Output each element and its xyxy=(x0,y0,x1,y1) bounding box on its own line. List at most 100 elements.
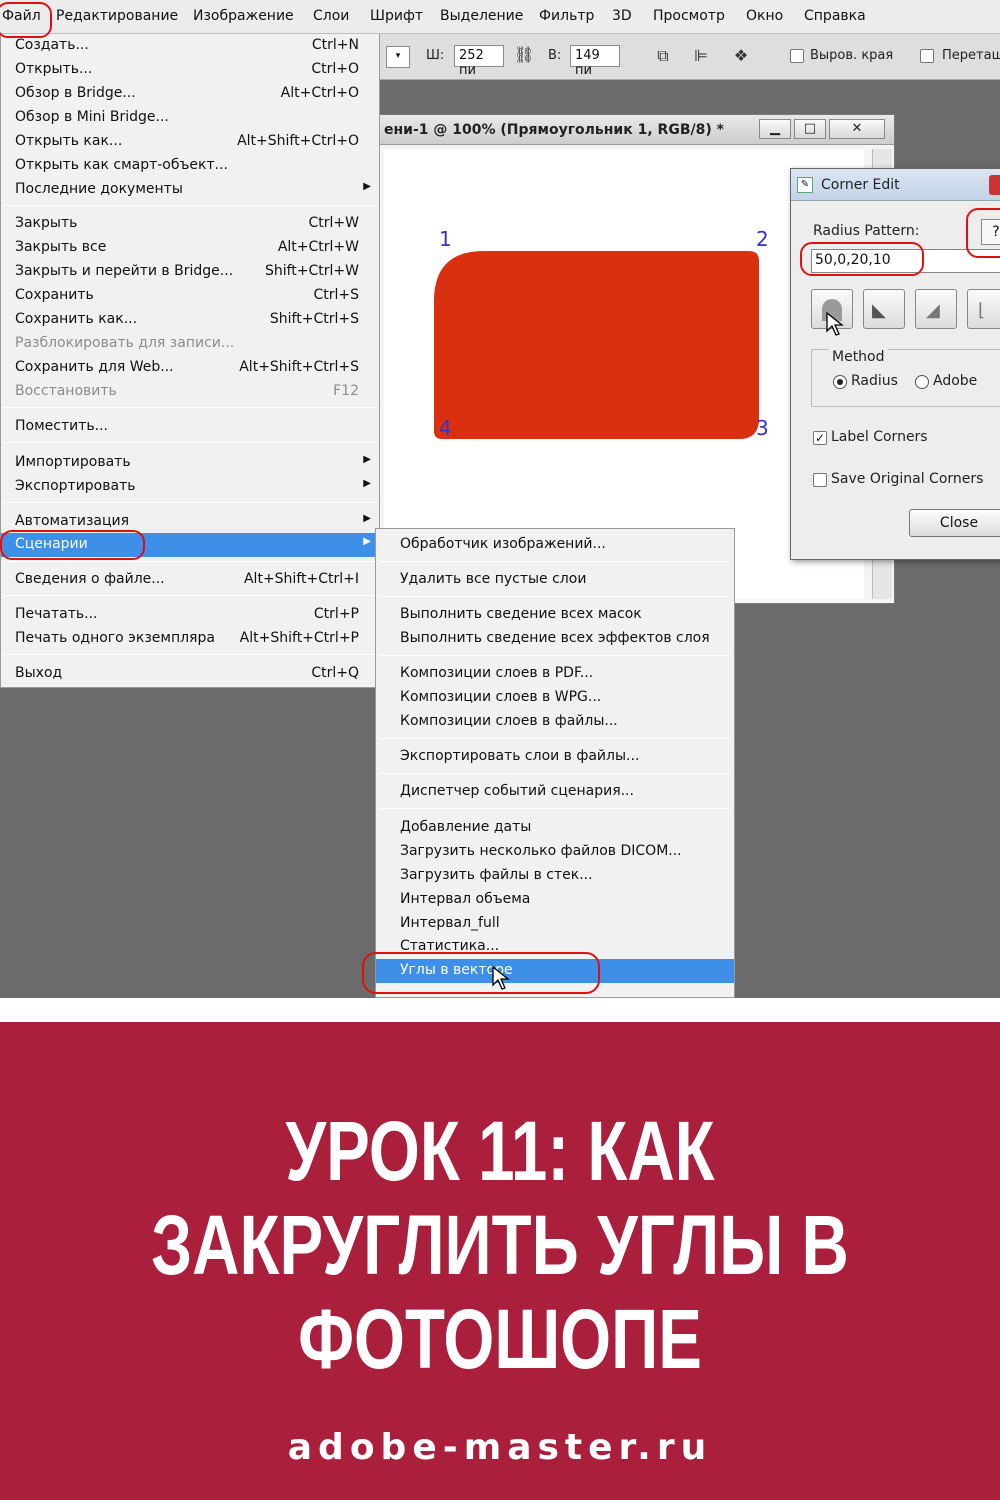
submenu-item-export-layers[interactable]: Экспортировать слои в файлы... xyxy=(376,745,734,769)
banner: УРОК 11: КАК ЗАКРУГЛИТЬ УГЛЫ В ФОТОШОПЕ … xyxy=(0,998,1000,1500)
adobe-radio-label: Adobe xyxy=(933,373,978,389)
menu-item-close-all[interactable]: Закрыть все Alt+Ctrl+W xyxy=(1,236,379,260)
antialias-checkbox[interactable] xyxy=(790,49,804,63)
menu-filter[interactable]: Фильтр xyxy=(539,8,594,24)
corner-bevel-button[interactable]: ◣ xyxy=(863,289,905,329)
menu-item-save-as[interactable]: Сохранить как... Shift+Ctrl+S xyxy=(1,308,379,332)
menu-item-browse-bridge[interactable]: Обзор в Bridge... Alt+Ctrl+O xyxy=(1,82,379,106)
menu-separator xyxy=(3,595,377,596)
lesson-title: УРОК 11: КАК ЗАКРУГЛИТЬ УГЛЫ В ФОТОШОПЕ xyxy=(141,1104,859,1386)
menu-3d[interactable]: 3D xyxy=(612,8,632,24)
menu-view[interactable]: Просмотр xyxy=(653,8,725,24)
menu-layers[interactable]: Слои xyxy=(313,8,349,24)
submenu-item-load-stack[interactable]: Загрузить файлы в стек... xyxy=(376,864,734,888)
path-arrangement-icon[interactable]: ❖ xyxy=(730,46,752,66)
submenu-item-comps-wpg[interactable]: Композиции слоев в WPG... xyxy=(376,686,734,710)
submenu-arrow-icon: ▶ xyxy=(363,478,371,489)
submenu-separator xyxy=(380,596,730,597)
menu-item-open-as[interactable]: Открыть как... Alt+Shift+Ctrl+O xyxy=(1,130,379,154)
dialog-close-icon[interactable] xyxy=(989,175,1000,195)
highlight-file-menu xyxy=(0,2,52,38)
highlight-vector-corners xyxy=(362,952,600,994)
menu-separator xyxy=(3,561,377,562)
link-icon[interactable]: ⛓ xyxy=(514,45,534,64)
overlap-label: Перетащ xyxy=(942,48,1000,63)
label-corners-checkbox[interactable]: ✓ xyxy=(813,431,827,445)
scripts-submenu: Обработчик изображений... Удалить все пу… xyxy=(375,528,735,998)
submenu-item-image-processor[interactable]: Обработчик изображений... xyxy=(376,533,734,557)
menu-item-close-go-bridge[interactable]: Закрыть и перейти в Bridge... Shift+Ctrl+… xyxy=(1,260,379,284)
radius-radio[interactable] xyxy=(833,375,847,389)
menu-image[interactable]: Изображение xyxy=(193,8,294,24)
adobe-radio[interactable] xyxy=(915,375,929,389)
path-alignment-icon[interactable]: ⊫ xyxy=(690,46,712,66)
bevel-corner-icon: ◣ xyxy=(872,300,886,321)
submenu-separator xyxy=(380,773,730,774)
corner-label-1: 1 xyxy=(439,227,452,251)
overlap-checkbox[interactable] xyxy=(920,49,934,63)
menu-type[interactable]: Шрифт xyxy=(370,8,423,24)
menu-item-revert: Восстановить F12 xyxy=(15,383,359,399)
options-bar: ▾ Ш: 252 пи ⛓ В: 149 пи ⧉ ⊫ ❖ Выров. кра… xyxy=(380,34,1000,80)
width-input[interactable]: 252 пи xyxy=(454,45,504,78)
menu-window[interactable]: Окно xyxy=(746,8,783,24)
menu-select[interactable]: Выделение xyxy=(440,8,523,24)
menu-item-recent[interactable]: Последние документы ▶ xyxy=(1,178,379,202)
dialog-title-bar[interactable]: ✎ Corner Edit xyxy=(791,169,1000,201)
submenu-item-add-date[interactable]: Добавление даты xyxy=(376,816,734,840)
submenu-item-load-dicom[interactable]: Загрузить несколько файлов DICOM... xyxy=(376,840,734,864)
corner-chamfer-button[interactable]: ◢ xyxy=(915,289,957,329)
maximize-button[interactable]: □ xyxy=(794,119,826,139)
submenu-item-comps-files[interactable]: Композиции слоев в файлы... xyxy=(376,710,734,734)
site-url[interactable]: adobe-master.ru xyxy=(0,1427,1000,1468)
menu-item-save-for-web[interactable]: Сохранить для Web... Alt+Shift+Ctrl+S xyxy=(1,356,379,380)
width-label: Ш: xyxy=(426,48,445,63)
submenu-item-comps-pdf[interactable]: Композиции слоев в PDF... xyxy=(376,662,734,686)
menu-item-place[interactable]: Поместить... xyxy=(1,415,379,439)
lesson-title-line: ЗАКРУГЛИТЬ УГЛЫ В xyxy=(151,1198,849,1292)
menu-separator xyxy=(3,407,377,408)
menu-item-save[interactable]: Сохранить Ctrl+S xyxy=(1,284,379,308)
save-original-checkbox[interactable] xyxy=(813,473,827,487)
minimize-button[interactable]: ▁ xyxy=(759,119,791,139)
menu-item-export[interactable]: Экспортировать ▶ xyxy=(1,475,379,499)
menu-item-new[interactable]: Создать... Ctrl+N xyxy=(1,34,379,58)
height-label: В: xyxy=(548,48,562,63)
menu-help[interactable]: Справка xyxy=(804,8,866,24)
path-operations-icon[interactable]: ⧉ xyxy=(652,46,674,66)
photoshop-screenshot: Файл Редактирование Изображение Слои Шри… xyxy=(0,0,1000,998)
menu-item-file-info[interactable]: Сведения о файле... Alt+Shift+Ctrl+I xyxy=(1,568,379,592)
menu-item-print-one-copy[interactable]: Печать одного экземпляра Alt+Shift+Ctrl+P xyxy=(1,627,379,651)
submenu-item-interval-full[interactable]: Интервал_full xyxy=(376,912,734,936)
close-button[interactable]: Close xyxy=(909,509,1000,537)
menu-item-open[interactable]: Открыть... Ctrl+O xyxy=(1,58,379,82)
antialias-label: Выров. края xyxy=(810,48,894,63)
menu-edit[interactable]: Редактирование xyxy=(56,8,178,24)
menu-item-close[interactable]: Закрыть Ctrl+W xyxy=(1,212,379,236)
menu-item-print[interactable]: Печатать... Ctrl+P xyxy=(1,603,379,627)
submenu-item-flatten-masks[interactable]: Выполнить сведение всех масок xyxy=(376,603,734,627)
submenu-item-flatten-effects[interactable]: Выполнить сведение всех эффектов слоя xyxy=(376,627,734,651)
dialog-title: Corner Edit xyxy=(821,177,900,193)
submenu-item-delete-empty-layers[interactable]: Удалить все пустые слои xyxy=(376,568,734,592)
banner-background: УРОК 11: КАК ЗАКРУГЛИТЬ УГЛЫ В ФОТОШОПЕ … xyxy=(0,1022,1000,1500)
chamfer-corner-icon: ◢ xyxy=(926,300,940,321)
menu-item-open-smart-object[interactable]: Открыть как смарт-объект... xyxy=(1,154,379,178)
menu-item-exit[interactable]: Выход Ctrl+Q xyxy=(1,662,379,686)
menu-separator xyxy=(3,654,377,655)
submenu-item-script-events[interactable]: Диспетчер событий сценария... xyxy=(376,780,734,804)
submenu-item-volume-interval[interactable]: Интервал объема xyxy=(376,888,734,912)
submenu-arrow-icon: ▶ xyxy=(363,513,371,524)
menu-item-browse-mini-bridge[interactable]: Обзор в Mini Bridge... xyxy=(1,106,379,130)
height-input[interactable]: 149 пи xyxy=(570,45,620,78)
highlight-radius-pattern xyxy=(800,242,924,276)
submenu-separator xyxy=(380,738,730,739)
menu-item-import[interactable]: Импортировать ▶ xyxy=(1,451,379,475)
document-title-bar[interactable]: ени-1 @ 100% (Прямоугольник 1, RGB/8) * … xyxy=(376,115,894,145)
save-original-label: Save Original Corners xyxy=(831,471,984,487)
close-window-button[interactable]: ✕ xyxy=(829,119,885,139)
corner-inset-button[interactable]: ⌊ xyxy=(967,289,1000,329)
menu-separator xyxy=(3,502,377,503)
highlight-scripts-item xyxy=(0,530,145,560)
stroke-type-dropdown[interactable]: ▾ xyxy=(386,46,410,68)
